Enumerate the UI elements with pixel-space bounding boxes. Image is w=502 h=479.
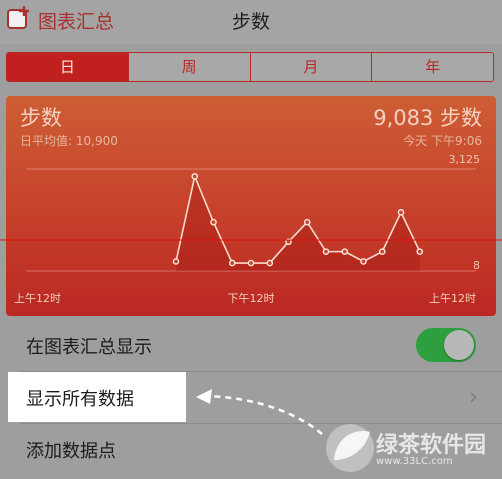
time-range-segmented-control: 日 周 月 年	[6, 52, 494, 82]
row-show-in-dashboard: 在图表汇总显示	[0, 320, 502, 372]
x-tick-0: 上午12时	[14, 292, 61, 305]
watermark-text: 绿茶软件园	[376, 433, 487, 458]
page-title: 步数	[231, 11, 270, 33]
row-show-all-data[interactable]: 显示所有数据 ›	[0, 372, 502, 424]
data-point-8	[322, 248, 330, 255]
data-point-6	[285, 238, 292, 246]
tab-week[interactable]: 周	[127, 53, 250, 81]
data-point-12	[397, 209, 405, 216]
toggle-knob	[444, 330, 474, 360]
data-point-4	[247, 259, 255, 267]
add-data-point-label: 添加数据点	[26, 441, 116, 462]
data-point-10	[360, 258, 367, 265]
show-in-dashboard-toggle[interactable]	[416, 328, 476, 362]
data-point-9	[341, 248, 349, 255]
data-point-2	[210, 218, 217, 226]
data-point-3	[228, 259, 236, 267]
show-in-dashboard-label: 在图表汇总显示	[26, 337, 152, 358]
data-point-0	[172, 258, 180, 265]
tab-day[interactable]: 日	[7, 53, 128, 81]
y-tick-min: 8	[473, 259, 480, 272]
data-point-1	[191, 173, 199, 180]
data-point-11	[378, 248, 386, 255]
show-all-data-label: 显示所有数据	[26, 389, 134, 410]
data-point-13	[416, 248, 424, 255]
watermark-url: www.33LC.com	[376, 456, 453, 467]
x-tick-2: 上午12时	[429, 292, 476, 305]
steps-chart-card[interactable]: 步数 日平均值: 10,900 9,083 步数 今天 下午9:06 3,125…	[6, 96, 496, 316]
x-tick-1: 下午12时	[228, 292, 275, 305]
chevron-right-icon: ›	[469, 385, 478, 410]
tab-month[interactable]: 月	[249, 53, 372, 81]
data-point-5	[266, 259, 274, 267]
nav-bar: 图表汇总 步数	[0, 0, 502, 44]
data-point-7	[303, 218, 311, 226]
steps-line-chart: 3,125 8 上午12时 下午12时 上午12时	[14, 153, 481, 305]
tab-year[interactable]: 年	[371, 53, 493, 81]
y-tick-max: 3,125	[449, 153, 481, 166]
